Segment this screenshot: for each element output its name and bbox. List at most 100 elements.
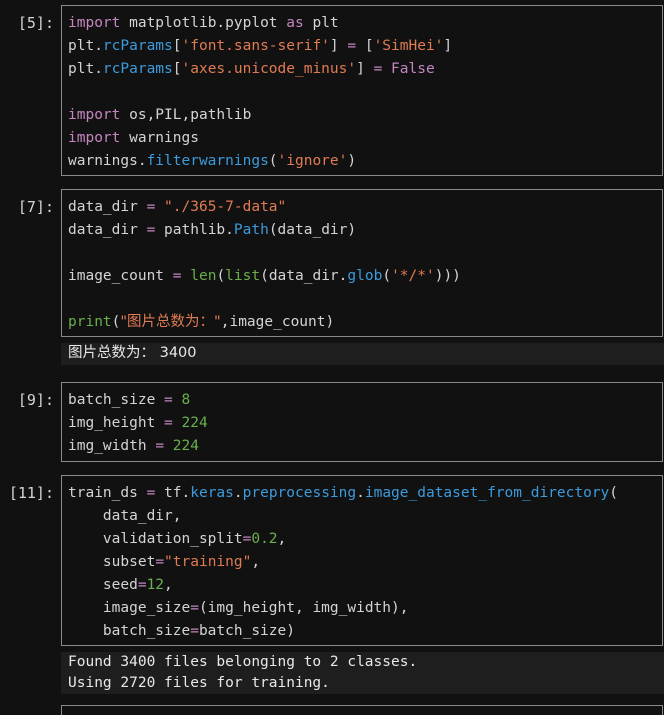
- code-token: [: [356, 38, 374, 54]
- code-token: img_width: [68, 438, 156, 454]
- code-line[interactable]: import os,PIL,pathlib: [68, 104, 662, 127]
- code-token: ]: [443, 38, 453, 54]
- code-token: =: [347, 38, 357, 54]
- code-token: data_dir,: [68, 508, 182, 524]
- code-token: data_dir: [68, 199, 147, 215]
- code-token: import: [68, 107, 121, 123]
- cell-output-11: Found 3400 files belonging to 2 classes.…: [61, 652, 664, 694]
- code-token: rcParams: [102, 61, 173, 77]
- cell-prompt-5: [5]:: [17, 14, 54, 32]
- code-line[interactable]: data_dir,: [68, 505, 662, 528]
- code-token: =: [155, 438, 165, 454]
- code-cell-11[interactable]: train_ds = tf.keras.preprocessing.image_…: [61, 475, 663, 646]
- code-line[interactable]: validation_split=0.2,: [68, 528, 662, 551]
- code-token: image_dataset_from_directory: [364, 485, 610, 501]
- code-token: subset: [68, 554, 156, 570]
- code-token: ,: [164, 577, 173, 593]
- code-line[interactable]: [68, 81, 662, 104]
- code-token: (: [609, 485, 619, 501]
- code-token: validation_split: [68, 531, 243, 547]
- code-token: plt: [303, 15, 339, 31]
- code-token: print: [68, 314, 112, 330]
- code-token: plt.: [68, 38, 103, 54]
- code-token: 'ignore': [277, 153, 348, 169]
- code-line[interactable]: plt.rcParams['font.sans-serif'] = ['SimH…: [68, 35, 662, 58]
- code-token: matplotlib.pyplot: [120, 15, 287, 31]
- code-token: =: [146, 485, 156, 501]
- code-token: '*/*': [391, 268, 435, 284]
- code-token: warnings.: [68, 153, 147, 169]
- code-token: 'SimHei': [373, 38, 444, 54]
- code-token: 'axes.unicode_minus': [181, 61, 357, 77]
- code-line[interactable]: seed=12,: [68, 574, 662, 597]
- code-token: data_dir: [68, 222, 147, 238]
- code-token: 224: [172, 438, 199, 454]
- code-line[interactable]: data_dir = pathlib.Path(data_dir): [68, 219, 662, 242]
- code-token: ,: [251, 554, 261, 570]
- code-token: ))): [434, 268, 461, 284]
- code-token: list: [225, 268, 261, 284]
- code-token: image_size: [68, 600, 191, 616]
- code-line[interactable]: image_count = len(list(data_dir.glob('*/…: [68, 265, 662, 288]
- output-text: 图片总数为： 3400: [68, 345, 197, 361]
- code-token: preprocessing: [242, 485, 357, 501]
- code-token: =: [146, 222, 156, 238]
- code-token: ,image_count): [220, 314, 335, 330]
- code-line[interactable]: plt.rcParams['axes.unicode_minus'] = Fal…: [68, 58, 662, 81]
- code-token: [: [172, 38, 182, 54]
- code-token: 'font.sans-serif': [181, 38, 330, 54]
- code-editor[interactable]: batch_size = 8 img_height = 224 img_width …: [68, 389, 662, 458]
- cell-output-7: 图片总数为： 3400: [61, 343, 664, 365]
- code-token: .: [233, 485, 243, 501]
- code-line[interactable]: [68, 288, 662, 311]
- code-token: False: [391, 61, 435, 77]
- code-token: glob: [347, 268, 383, 284]
- code-token: (img_height, img_width),: [198, 600, 409, 616]
- code-cell-5[interactable]: import matplotlib.pyplot as plt plt.rcPar…: [61, 5, 663, 176]
- code-token: len: [190, 268, 217, 284]
- code-editor[interactable]: data_dir = "./365-7-data" data_dir = path…: [68, 196, 662, 334]
- code-cell-next[interactable]: [61, 705, 663, 715]
- code-token: 0.2: [251, 531, 278, 547]
- code-line[interactable]: batch_size=batch_size): [68, 620, 662, 643]
- code-line[interactable]: batch_size = 8: [68, 389, 662, 412]
- cell-prompt-9: [9]:: [17, 391, 54, 409]
- code-token: os,PIL,pathlib: [120, 107, 252, 123]
- code-token: =: [137, 577, 147, 593]
- code-token: (: [216, 268, 226, 284]
- code-line[interactable]: print("图片总数为：",image_count): [68, 311, 662, 334]
- code-line[interactable]: img_width = 224: [68, 435, 662, 458]
- code-token: ]: [329, 38, 348, 54]
- code-token: ,: [277, 531, 287, 547]
- code-line[interactable]: img_height = 224: [68, 412, 662, 435]
- code-line[interactable]: import matplotlib.pyplot as plt: [68, 12, 662, 35]
- code-token: (data_dir): [268, 222, 357, 238]
- code-line[interactable]: subset="training",: [68, 551, 662, 574]
- code-token: import: [68, 15, 121, 31]
- code-token: Path: [233, 222, 269, 238]
- code-editor[interactable]: import matplotlib.pyplot as plt plt.rcPar…: [68, 12, 662, 173]
- code-line[interactable]: image_size=(img_height, img_width),: [68, 597, 662, 620]
- code-line[interactable]: warnings.filterwarnings('ignore'): [68, 150, 662, 173]
- code-token: ]: [356, 61, 374, 77]
- code-cell-9[interactable]: batch_size = 8 img_height = 224 img_width …: [61, 382, 663, 462]
- code-token: =: [164, 415, 173, 431]
- code-cell-7[interactable]: data_dir = "./365-7-data" data_dir = path…: [61, 189, 663, 337]
- code-token: img_height: [68, 415, 165, 431]
- code-token: =: [172, 268, 182, 284]
- code-token: (: [382, 268, 392, 284]
- code-token: plt.: [68, 61, 103, 77]
- code-token: warnings: [120, 130, 199, 146]
- code-line[interactable]: train_ds = tf.keras.preprocessing.image_…: [68, 482, 662, 505]
- code-line[interactable]: data_dir = "./365-7-data": [68, 196, 662, 219]
- code-token: =: [190, 623, 199, 639]
- code-line[interactable]: [68, 242, 662, 265]
- code-editor[interactable]: train_ds = tf.keras.preprocessing.image_…: [68, 482, 662, 643]
- code-token: image_count: [68, 268, 173, 284]
- code-line[interactable]: import warnings: [68, 127, 662, 150]
